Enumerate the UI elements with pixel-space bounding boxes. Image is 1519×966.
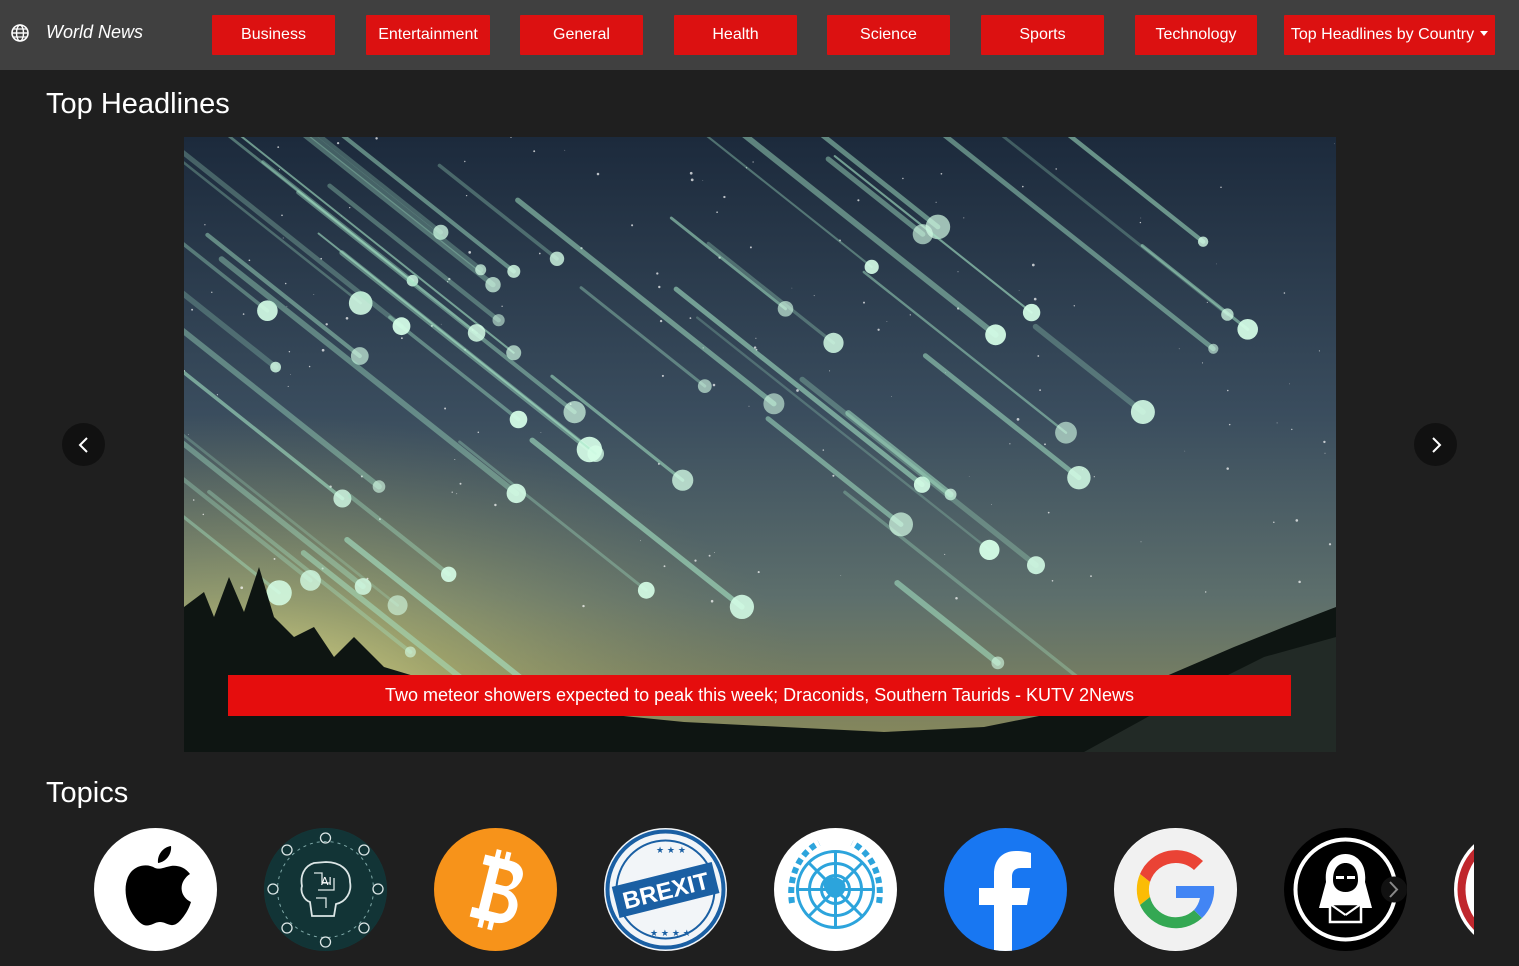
ai-brain-icon: AI (264, 828, 387, 951)
nav-entertainment-button[interactable]: Entertainment (366, 15, 490, 55)
nav-general-label: General (553, 26, 610, 43)
nav-health-button[interactable]: Health (674, 15, 797, 55)
svg-text:★ ★ ★: ★ ★ ★ (656, 846, 686, 856)
topic-bitcoin[interactable] (434, 828, 557, 951)
topics-title: Topics (46, 777, 129, 809)
nav-technology-button[interactable]: Technology (1135, 15, 1257, 55)
facebook-logo-icon (979, 851, 1031, 951)
topic-google[interactable] (1114, 828, 1237, 951)
top-headlines-title: Top Headlines (46, 88, 230, 120)
nav-country-dropdown[interactable]: Top Headlines by Country (1284, 15, 1495, 55)
nav-sports-label: Sports (1019, 26, 1066, 43)
brand-name: World News (46, 22, 144, 42)
topic-hacker[interactable] (1284, 828, 1407, 951)
topics-carousel: AI BREXIT ★ ★ ★ ★ ★ ★ ★ (94, 828, 1474, 952)
top-navbar: World News Business Entertainment Genera… (0, 0, 1519, 70)
brand[interactable]: World News (10, 22, 143, 43)
bitcoin-logo-icon (469, 849, 523, 931)
svg-text:★ ★ ★ ★: ★ ★ ★ ★ (650, 929, 691, 939)
apple-logo-icon (125, 846, 191, 926)
globe-icon (11, 23, 29, 42)
nav-country-label: Top Headlines by Country (1290, 26, 1475, 43)
headline-caption-text: Two meteor showers expected to peak this… (384, 685, 1134, 705)
topic-brexit[interactable]: BREXIT ★ ★ ★ ★ ★ ★ ★ (604, 828, 727, 951)
topic-facebook[interactable] (944, 828, 1067, 951)
brexit-stamp-icon: BREXIT ★ ★ ★ ★ ★ ★ ★ (605, 829, 726, 950)
nav-general-button[interactable]: General (520, 15, 643, 55)
topic-apple[interactable] (94, 828, 217, 951)
nav-technology-label: Technology (1155, 26, 1237, 43)
meteor-shower-photo (184, 137, 1336, 752)
nav-sports-button[interactable]: Sports (981, 15, 1104, 55)
topic-red-badge[interactable] (1454, 828, 1474, 951)
hacker-icon (1285, 829, 1407, 950)
nav-entertainment-label: Entertainment (378, 26, 478, 43)
red-badge-icon (1454, 844, 1474, 935)
nav-business-button[interactable]: Business (212, 15, 335, 55)
google-logo-icon (1114, 828, 1237, 951)
headline-caption[interactable]: Two meteor showers expected to peak this… (228, 675, 1291, 716)
headline-image[interactable] (184, 137, 1336, 752)
topic-united-nations[interactable] (774, 828, 897, 951)
chevron-right-icon (1431, 436, 1441, 453)
carousel-next-button[interactable] (1414, 423, 1457, 466)
nav-science-label: Science (860, 26, 917, 43)
caret-down-icon (1480, 31, 1489, 36)
carousel-prev-button[interactable] (62, 423, 105, 466)
svg-text:AI: AI (321, 875, 332, 888)
nav-science-button[interactable]: Science (827, 15, 950, 55)
topic-ai[interactable]: AI (264, 828, 387, 951)
nav-business-label: Business (241, 26, 306, 43)
nav-health-label: Health (712, 26, 759, 43)
chevron-left-icon (78, 436, 88, 453)
un-emblem-icon (774, 828, 897, 951)
